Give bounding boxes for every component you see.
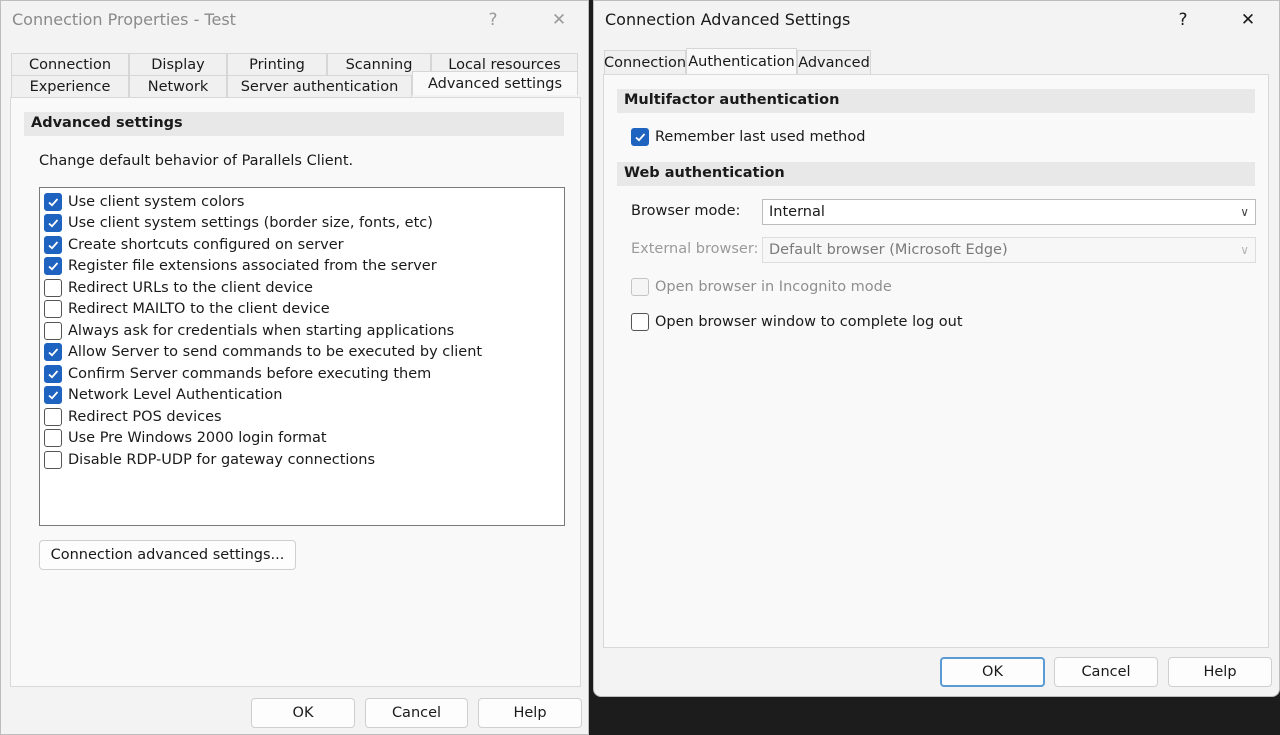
option-checkbox[interactable] xyxy=(44,386,62,405)
external-browser-label: External browser: xyxy=(631,241,759,257)
tab-network[interactable]: Network xyxy=(129,75,227,97)
logout-window-label: Open browser window to complete log out xyxy=(655,314,963,330)
option-checkbox[interactable] xyxy=(44,407,62,426)
option-row[interactable]: Network Level Authentication xyxy=(40,385,564,407)
web-auth-section-header: Web authentication xyxy=(617,162,1255,186)
option-label: Create shortcuts configured on server xyxy=(68,236,344,253)
incognito-checkbox xyxy=(631,278,649,296)
option-label: Confirm Server commands before executing… xyxy=(68,365,432,382)
option-checkbox[interactable] xyxy=(44,257,62,276)
connection-advanced-settings-button[interactable]: Connection advanced settings... xyxy=(39,540,296,570)
help-button[interactable]: Help xyxy=(1168,657,1272,687)
tab-connection[interactable]: Connection xyxy=(11,53,129,75)
option-label: Use Pre Windows 2000 login format xyxy=(68,430,327,447)
tab-connection[interactable]: Connection xyxy=(604,50,686,75)
remember-method-row[interactable]: Remember last used method xyxy=(631,128,865,146)
title-bar: Connection Properties - Test ? ✕ xyxy=(1,1,588,39)
tab-server-authentication[interactable]: Server authentication xyxy=(227,75,412,97)
incognito-row: Open browser in Incognito mode xyxy=(631,278,892,296)
option-row[interactable]: Redirect URLs to the client device xyxy=(40,277,564,299)
option-row[interactable]: Confirm Server commands before executing… xyxy=(40,363,564,385)
option-checkbox[interactable] xyxy=(44,450,62,469)
option-checkbox[interactable] xyxy=(44,343,62,362)
cancel-button[interactable]: Cancel xyxy=(365,698,468,728)
remember-method-label: Remember last used method xyxy=(655,129,866,145)
description-text: Change default behavior of Parallels Cli… xyxy=(39,153,354,169)
mfa-section-header: Multifactor authentication xyxy=(617,89,1255,113)
tab-display[interactable]: Display xyxy=(129,53,227,75)
dialog-title: Connection Advanced Settings xyxy=(605,10,851,29)
option-row[interactable]: Use client system colors xyxy=(40,191,564,213)
option-row[interactable]: Use Pre Windows 2000 login format xyxy=(40,428,564,450)
option-row[interactable]: Create shortcuts configured on server xyxy=(40,234,564,256)
external-browser-select: Default browser (Microsoft Edge) ∨ xyxy=(762,237,1256,263)
options-list[interactable]: Use client system colors Use client syste… xyxy=(39,187,565,526)
section-header: Advanced settings xyxy=(24,112,564,136)
chevron-down-icon: ∨ xyxy=(1240,205,1249,219)
cancel-button[interactable]: Cancel xyxy=(1054,657,1158,687)
incognito-label: Open browser in Incognito mode xyxy=(655,279,892,295)
option-checkbox[interactable] xyxy=(44,364,62,383)
option-row[interactable]: Allow Server to send commands to be exec… xyxy=(40,342,564,364)
option-label: Redirect URLs to the client device xyxy=(68,279,313,296)
option-row[interactable]: Redirect POS devices xyxy=(40,406,564,428)
option-row[interactable]: Use client system settings (border size,… xyxy=(40,213,564,235)
logout-window-checkbox[interactable] xyxy=(631,313,649,331)
advanced-settings-panel: Advanced settings Change default behavio… xyxy=(10,97,581,687)
option-checkbox[interactable] xyxy=(44,300,62,319)
option-checkbox[interactable] xyxy=(44,278,62,297)
chevron-down-icon: ∨ xyxy=(1240,243,1249,257)
option-checkbox[interactable] xyxy=(44,429,62,448)
option-checkbox[interactable] xyxy=(44,321,62,340)
help-icon[interactable]: ? xyxy=(1165,5,1201,35)
tab-printing[interactable]: Printing xyxy=(227,53,327,75)
option-checkbox[interactable] xyxy=(44,235,62,254)
option-label: Use client system colors xyxy=(68,193,245,210)
tab-authentication[interactable]: Authentication xyxy=(686,48,797,75)
option-checkbox[interactable] xyxy=(44,214,62,233)
remember-method-checkbox[interactable] xyxy=(631,128,649,146)
option-row[interactable]: Always ask for credentials when starting… xyxy=(40,320,564,342)
option-label: Use client system settings (border size,… xyxy=(68,215,433,232)
option-label: Redirect MAILTO to the client device xyxy=(68,301,330,318)
option-row[interactable]: Register file extensions associated from… xyxy=(40,256,564,278)
close-icon[interactable]: ✕ xyxy=(541,5,577,35)
option-label: Register file extensions associated from… xyxy=(68,258,437,275)
option-label: Disable RDP-UDP for gateway connections xyxy=(68,451,376,468)
external-browser-value: Default browser (Microsoft Edge) xyxy=(769,242,1008,258)
logout-window-row[interactable]: Open browser window to complete log out xyxy=(631,313,963,331)
tab-experience[interactable]: Experience xyxy=(11,75,129,97)
authentication-panel: Multifactor authentication Remember last… xyxy=(603,74,1269,648)
help-icon[interactable]: ? xyxy=(475,5,511,35)
option-label: Redirect POS devices xyxy=(68,408,222,425)
title-bar: Connection Advanced Settings ? ✕ xyxy=(594,1,1279,39)
connection-advanced-settings-dialog: Connection Advanced Settings ? ✕ Connect… xyxy=(593,0,1280,697)
option-row[interactable]: Redirect MAILTO to the client device xyxy=(40,299,564,321)
browser-mode-label: Browser mode: xyxy=(631,203,741,219)
tab-row: Connection Authentication Advanced xyxy=(604,48,871,75)
tab-advanced[interactable]: Advanced xyxy=(797,50,871,75)
tab-row-bottom: Experience Network Server authentication… xyxy=(11,71,578,97)
help-button[interactable]: Help xyxy=(478,698,582,728)
close-icon[interactable]: ✕ xyxy=(1230,5,1266,35)
ok-button[interactable]: OK xyxy=(251,698,355,728)
dialog-title: Connection Properties - Test xyxy=(12,10,236,29)
ok-button[interactable]: OK xyxy=(940,657,1045,687)
option-label: Network Level Authentication xyxy=(68,387,283,404)
tab-advanced-settings[interactable]: Advanced settings xyxy=(412,71,578,95)
option-label: Always ask for credentials when starting… xyxy=(68,322,455,339)
option-label: Allow Server to send commands to be exec… xyxy=(68,344,483,361)
option-checkbox[interactable] xyxy=(44,192,62,211)
browser-mode-value: Internal xyxy=(769,204,825,220)
option-row[interactable]: Disable RDP-UDP for gateway connections xyxy=(40,449,564,471)
browser-mode-select[interactable]: Internal ∨ xyxy=(762,199,1256,225)
connection-properties-dialog: Connection Properties - Test ? ✕ Connect… xyxy=(0,0,589,735)
